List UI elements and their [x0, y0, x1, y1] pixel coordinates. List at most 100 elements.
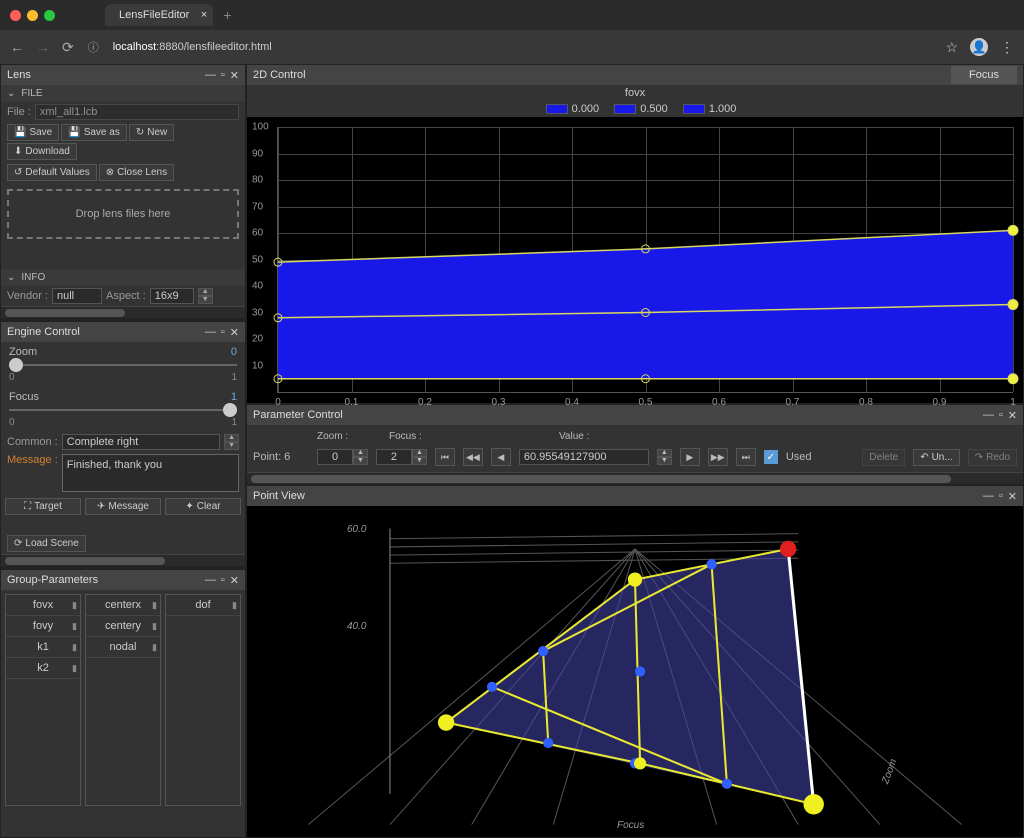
profile-icon[interactable]: 👤 — [970, 38, 988, 56]
engine-scrollbar[interactable] — [1, 554, 245, 566]
browser-tab[interactable]: LensFileEditor × — [105, 4, 213, 26]
save-button[interactable]: 💾 Save — [7, 124, 59, 141]
delete-button[interactable]: Delete — [862, 449, 905, 466]
drop-zone[interactable]: Drop lens files here — [7, 189, 239, 239]
pc-focus-input[interactable] — [376, 449, 412, 465]
gp-panel-title: Group-Parameters — [7, 574, 205, 586]
chart-legend: 0.000 0.500 1.000 — [247, 101, 1023, 117]
focus-slider[interactable] — [9, 403, 237, 417]
legend-swatch-icon — [614, 104, 636, 114]
close-icon[interactable]: ✕ — [230, 69, 239, 82]
maximize-icon[interactable]: ▫ — [221, 574, 225, 587]
nav-fwd-icon[interactable]: ▶ — [680, 448, 700, 466]
maximize-window-icon[interactable] — [44, 10, 55, 21]
common-select[interactable] — [62, 434, 220, 450]
close-icon[interactable]: ✕ — [1008, 409, 1017, 422]
focus-tab[interactable]: Focus — [951, 66, 1017, 84]
maximize-icon[interactable]: ▫ — [221, 326, 225, 339]
pc-focus-header: Focus : — [389, 431, 453, 442]
minimize-icon[interactable]: — — [205, 69, 216, 82]
chart-title: fovx — [247, 85, 1023, 101]
minimize-icon[interactable]: — — [205, 326, 216, 339]
close-icon[interactable]: ✕ — [230, 326, 239, 339]
save-as-button[interactable]: 💾 Save as — [61, 124, 127, 141]
nav-first-icon[interactable]: ⏮ — [435, 448, 455, 466]
minimize-icon[interactable]: — — [983, 490, 994, 503]
minimize-window-icon[interactable] — [27, 10, 38, 21]
maximize-icon[interactable]: ▫ — [999, 409, 1003, 422]
new-button[interactable]: ↻ New — [129, 124, 174, 141]
gp-item-fovy[interactable]: fovy▮ — [6, 616, 80, 637]
point-view-3d[interactable]: 60.0 40.0 Focus Zoom — [247, 506, 1023, 837]
control-2d-title: 2D Control — [253, 69, 951, 81]
maximize-icon[interactable]: ▫ — [999, 490, 1003, 503]
param-scrollbar[interactable] — [247, 472, 1023, 484]
aspect-stepper[interactable]: ▲▼ — [198, 288, 213, 304]
group-parameters-panel: Group-Parameters — ▫ ✕ fovx▮fovy▮k1▮k2▮ cen… — [0, 569, 246, 838]
target-button[interactable]: ⛶ Target — [5, 498, 81, 515]
aspect-input[interactable] — [150, 288, 194, 304]
minimize-icon[interactable]: — — [205, 574, 216, 587]
redo-button[interactable]: ↷ Redo — [968, 449, 1017, 466]
pc-zoom-input[interactable] — [317, 449, 353, 465]
gp-item-centerx[interactable]: centerx▮ — [86, 595, 160, 616]
point-label: Point: 6 — [253, 451, 309, 463]
close-tab-icon[interactable]: × — [201, 9, 207, 21]
legend-swatch-icon — [546, 104, 568, 114]
close-icon[interactable]: ✕ — [1008, 490, 1017, 503]
nav-back-icon[interactable]: ◀ — [491, 448, 511, 466]
undo-button[interactable]: ↶ Un... — [913, 449, 960, 466]
bookmark-icon[interactable]: ☆ — [945, 39, 958, 56]
pc-value-header: Value : — [559, 431, 589, 442]
menu-icon[interactable]: ⋮ — [1000, 39, 1014, 56]
new-tab-button[interactable]: + — [223, 7, 231, 23]
maximize-icon[interactable]: ▫ — [221, 69, 225, 82]
control-2d-panel: 2D Control Focus fovx 0.000 0.500 1.000 … — [246, 64, 1024, 404]
gp-item-centery[interactable]: centery▮ — [86, 616, 160, 637]
gp-item-dof[interactable]: dof▮ — [166, 595, 240, 616]
reload-icon[interactable]: ⟳ — [62, 39, 74, 56]
value-input[interactable] — [519, 449, 649, 465]
value-stepper[interactable]: ▲▼ — [657, 449, 672, 465]
default-values-button[interactable]: ↺ Default Values — [7, 164, 97, 181]
file-input[interactable] — [35, 104, 239, 120]
chevron-down-icon[interactable]: ⌄ — [7, 272, 15, 283]
gp-item-nodal[interactable]: nodal▮ — [86, 637, 160, 658]
load-scene-button[interactable]: ⟳ Load Scene — [7, 535, 86, 552]
clear-button[interactable]: ✦ Clear — [165, 498, 241, 515]
zoom-slider[interactable] — [9, 358, 237, 372]
nav-prev-icon[interactable]: ◀◀ — [463, 448, 483, 466]
minimize-icon[interactable]: — — [983, 409, 994, 422]
gp-item-fovx[interactable]: fovx▮ — [6, 595, 80, 616]
gp-item-k1[interactable]: k1▮ — [6, 637, 80, 658]
lens-scrollbar[interactable] — [1, 306, 245, 318]
download-button[interactable]: ⬇ Download — [7, 143, 77, 160]
close-window-icon[interactable] — [10, 10, 21, 21]
chevron-down-icon[interactable]: ⌄ — [7, 88, 15, 99]
common-stepper[interactable]: ▲▼ — [224, 434, 239, 450]
used-label: Used — [786, 451, 812, 463]
close-icon[interactable]: ✕ — [230, 574, 239, 587]
pc-focus-stepper[interactable]: ▲▼ — [412, 449, 427, 465]
message-textarea[interactable]: Finished, thank you — [62, 454, 239, 492]
forward-icon[interactable]: → — [36, 39, 50, 56]
y-tick: 60.0 — [347, 524, 366, 535]
url-display[interactable]: localhost:8880/lensfileeditor.html — [113, 41, 932, 53]
file-label: File : — [7, 106, 31, 118]
nav-next-icon[interactable]: ▶▶ — [708, 448, 728, 466]
close-lens-button[interactable]: ⊗ Close Lens — [99, 164, 174, 181]
pc-zoom-stepper[interactable]: ▲▼ — [353, 449, 368, 465]
lens-panel: Lens —▫✕ ⌄FILE File : 💾 Save 💾 Save as ↻… — [0, 64, 246, 319]
vendor-input[interactable] — [52, 288, 102, 304]
window-titlebar: LensFileEditor × + — [0, 0, 1024, 30]
site-info-icon[interactable]: ⓘ — [88, 39, 99, 55]
common-label: Common : — [7, 436, 58, 448]
used-checkbox[interactable]: ✓ — [764, 450, 778, 464]
back-icon[interactable]: ← — [10, 39, 24, 56]
message-button[interactable]: ✈ Message — [85, 498, 161, 515]
nav-last-icon[interactable]: ⏭ — [736, 448, 756, 466]
focus-axis-label: Focus — [617, 820, 644, 831]
gp-item-k2[interactable]: k2▮ — [6, 658, 80, 679]
pc-zoom-header: Zoom : — [317, 431, 381, 442]
chart-2d[interactable]: 10203040506070809010000.10.20.30.40.50.6… — [247, 117, 1023, 403]
